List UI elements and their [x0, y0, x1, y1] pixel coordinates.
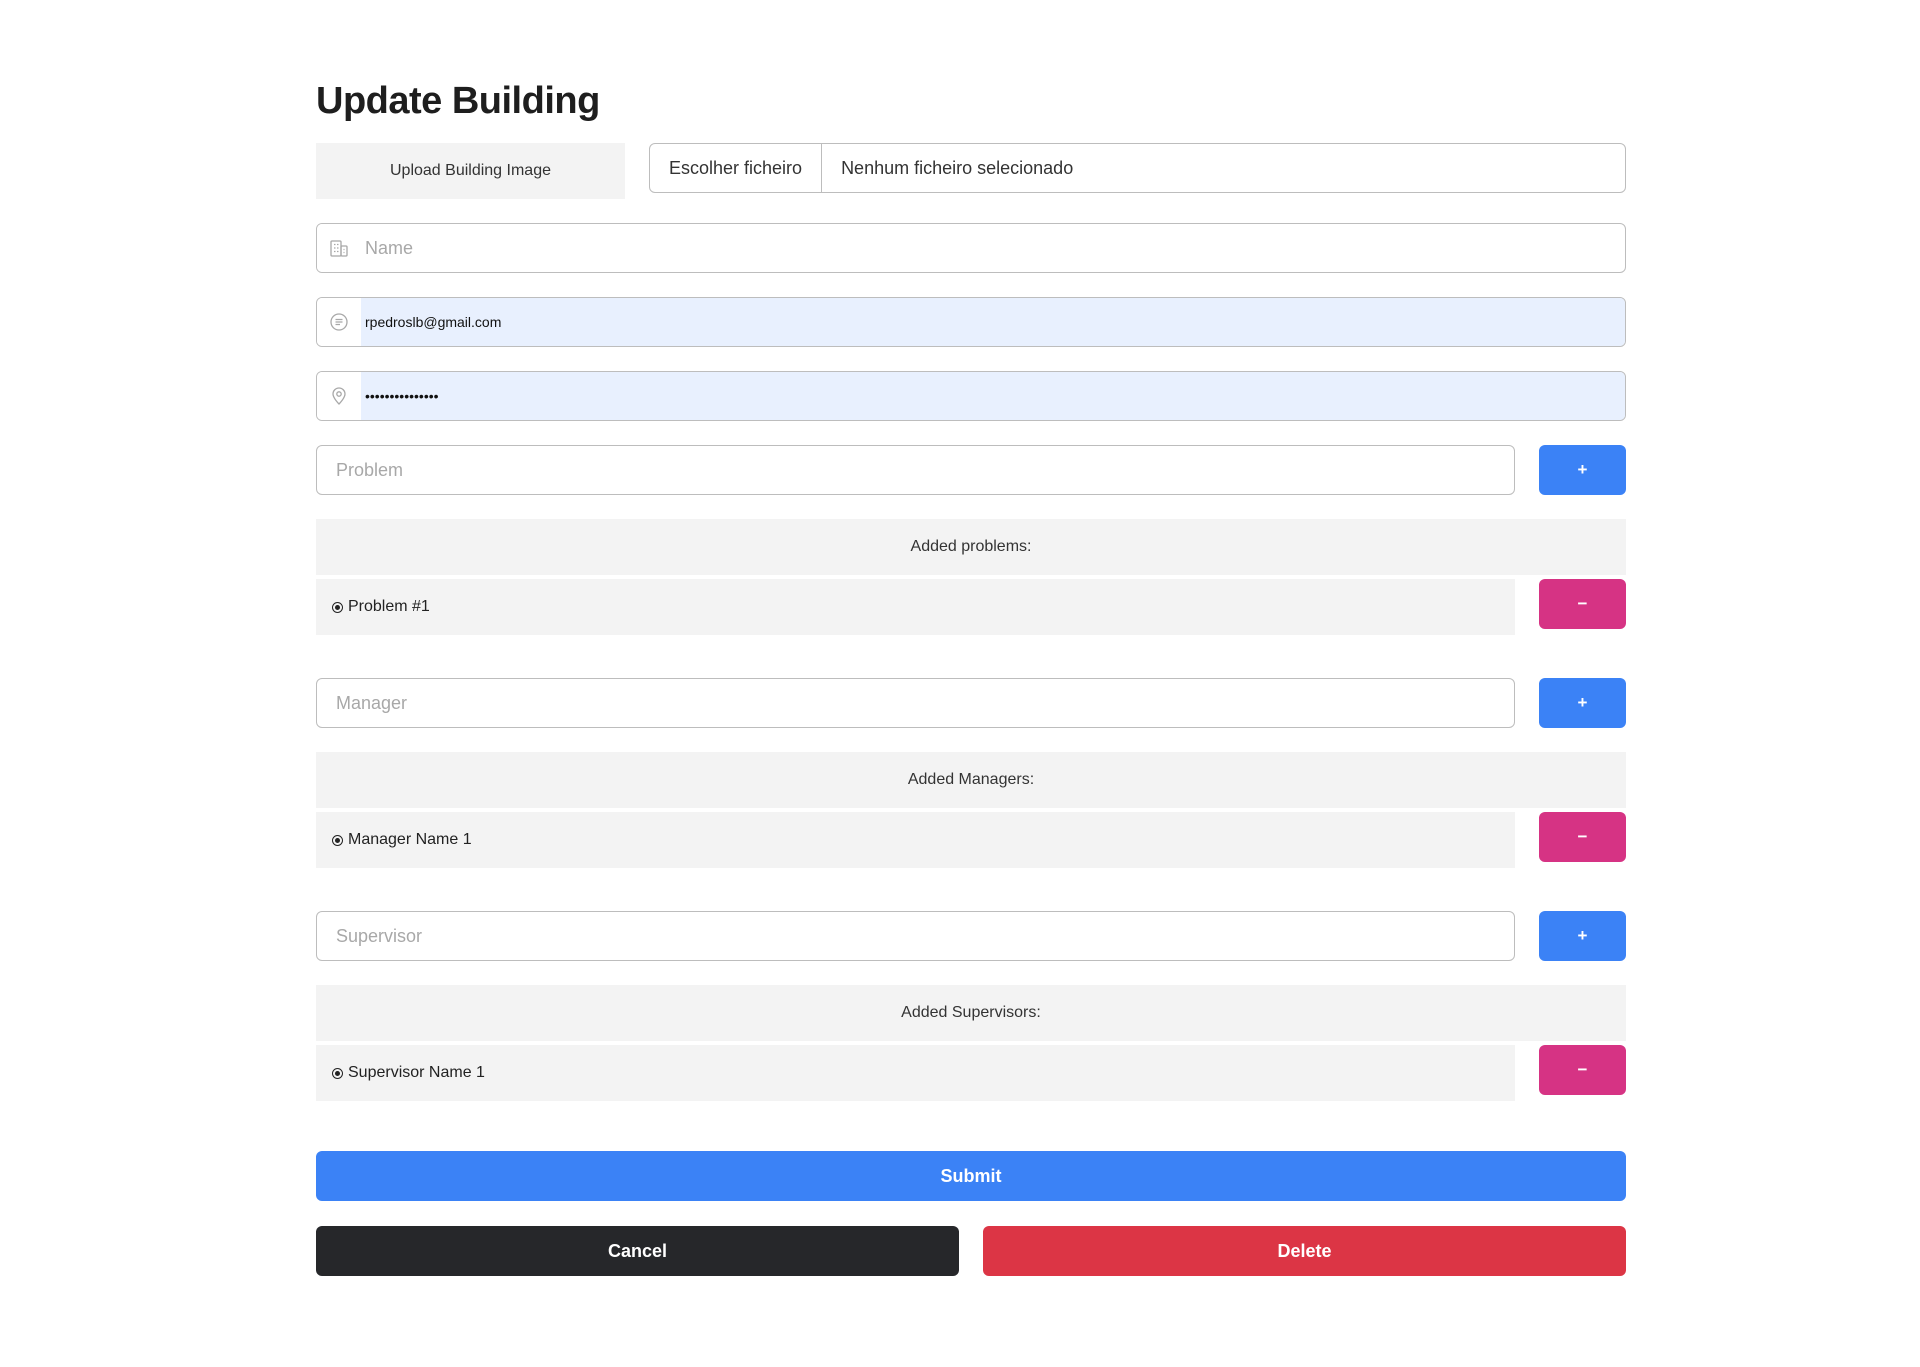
problem-label: Problem #1: [348, 598, 430, 615]
add-supervisor-button[interactable]: +: [1539, 911, 1626, 961]
message-icon: [317, 298, 361, 346]
location-pin-icon: [317, 372, 361, 420]
file-status: Nenhum ficheiro selecionado: [841, 157, 1074, 178]
delete-button[interactable]: Delete: [983, 1226, 1626, 1276]
building-icon: [317, 224, 361, 272]
problem-list-item: Problem #1: [316, 579, 1515, 635]
remove-supervisor-button[interactable]: −: [1539, 1045, 1626, 1095]
managers-list-header: Added Managers:: [316, 752, 1626, 808]
cancel-button[interactable]: Cancel: [316, 1226, 959, 1276]
supervisor-label: Supervisor Name 1: [348, 1064, 485, 1081]
file-input[interactable]: Escolher ficheiro Nenhum ficheiro seleci…: [649, 143, 1626, 193]
upload-image-label[interactable]: Upload Building Image: [316, 143, 625, 199]
remove-manager-button[interactable]: −: [1539, 812, 1626, 862]
add-problem-button[interactable]: +: [1539, 445, 1626, 495]
page-title: Update Building: [316, 80, 600, 122]
problems-list-header: Added problems:: [316, 519, 1626, 575]
manager-list-item: Manager Name 1: [316, 812, 1515, 868]
email-input[interactable]: rpedroslb@gmail.com: [361, 298, 1625, 346]
name-input[interactable]: Name: [361, 224, 1625, 272]
email-field[interactable]: rpedroslb@gmail.com: [316, 297, 1626, 347]
choose-file-button[interactable]: Escolher ficheiro: [650, 144, 823, 192]
location-input[interactable]: •••••••••••••••: [361, 372, 1625, 420]
remove-problem-button[interactable]: −: [1539, 579, 1626, 629]
supervisors-list-header: Added Supervisors:: [316, 985, 1626, 1041]
submit-button[interactable]: Submit: [316, 1151, 1626, 1201]
location-field[interactable]: •••••••••••••••: [316, 371, 1626, 421]
problem-input[interactable]: Problem: [316, 445, 1515, 495]
manager-label: Manager Name 1: [348, 831, 472, 848]
bullet-icon: [332, 601, 343, 613]
bullet-icon: [332, 1067, 343, 1079]
name-field[interactable]: Name: [316, 223, 1626, 273]
supervisor-input[interactable]: Supervisor: [316, 911, 1515, 961]
bullet-icon: [332, 834, 343, 846]
supervisor-list-item: Supervisor Name 1: [316, 1045, 1515, 1101]
manager-input[interactable]: Manager: [316, 678, 1515, 728]
add-manager-button[interactable]: +: [1539, 678, 1626, 728]
